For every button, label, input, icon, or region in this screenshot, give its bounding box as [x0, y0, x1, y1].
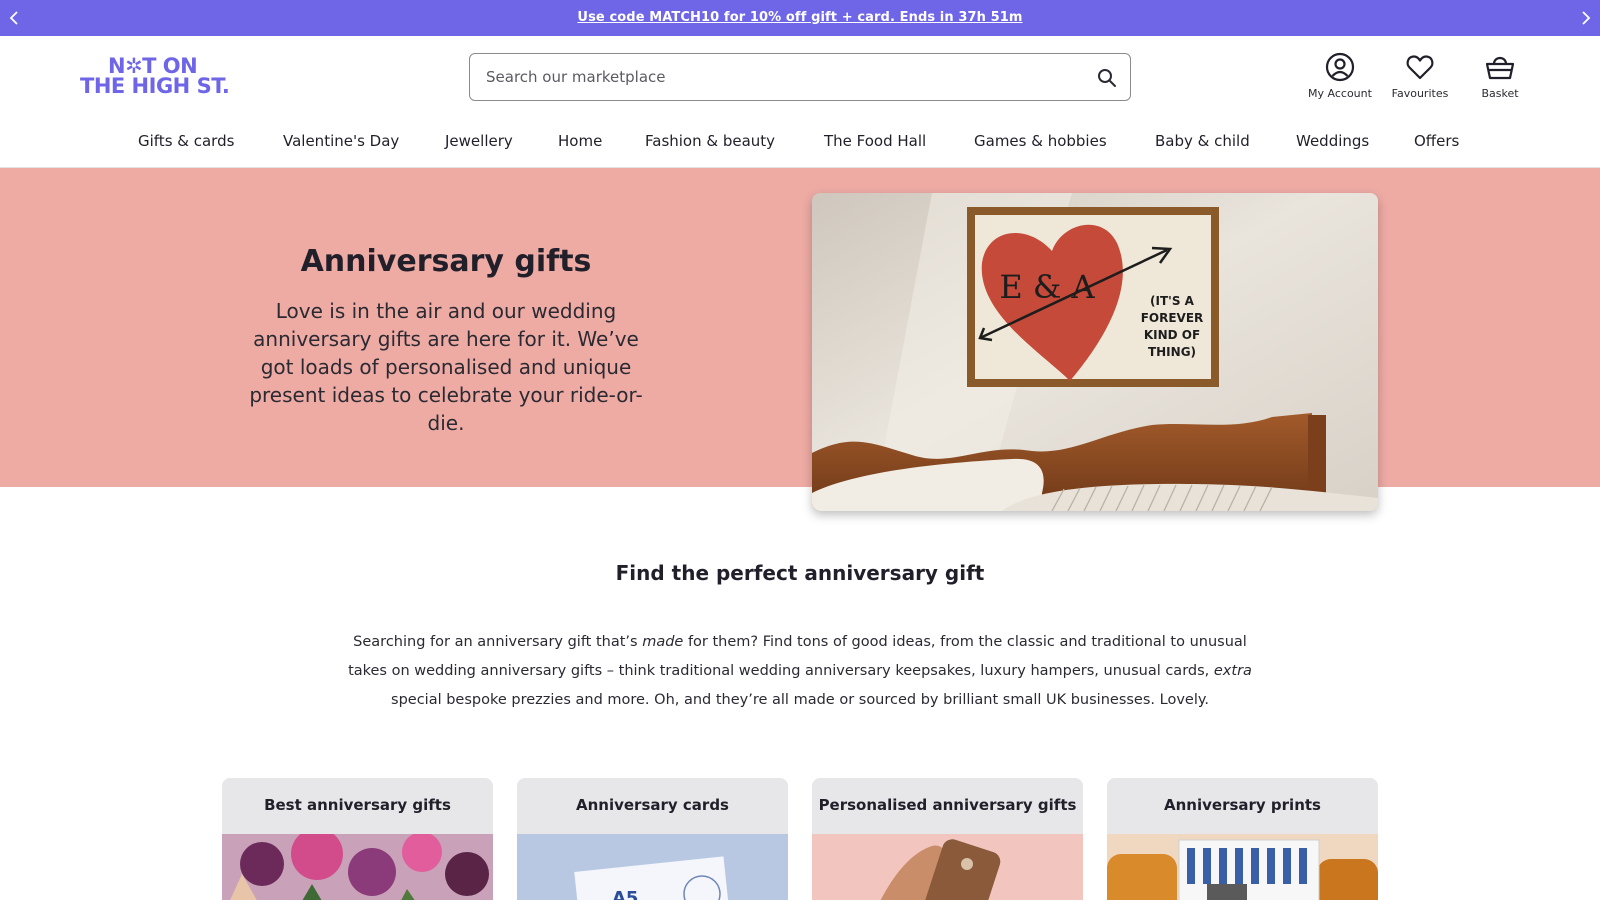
hero-image: E & A (IT'S A FOREVER KIND OF THING)	[812, 193, 1378, 511]
card-image: A5	[517, 834, 788, 900]
heart-icon	[1406, 55, 1434, 80]
card-image	[812, 834, 1083, 900]
nav-item-food-hall[interactable]: The Food Hall	[824, 132, 926, 150]
favourites-label: Favourites	[1391, 87, 1449, 100]
category-card-best-anniversary-gifts[interactable]: Best anniversary gifts	[222, 778, 493, 900]
intro-title: Find the perfect anniversary gift	[615, 561, 985, 585]
intro-text: Searching for an anniversary gift that’s…	[335, 628, 1265, 715]
print-caption-3: KIND OF	[1144, 328, 1200, 342]
main-nav: Gifts & cards Valentine's Day Jewellery …	[0, 130, 1600, 160]
nav-item-offers[interactable]: Offers	[1414, 132, 1459, 150]
search-box	[469, 53, 1131, 101]
nav-item-jewellery[interactable]: Jewellery	[445, 132, 513, 150]
my-account-button[interactable]: My Account	[1302, 52, 1378, 100]
category-card-anniversary-prints[interactable]: Anniversary prints	[1107, 778, 1378, 900]
print-initials: E & A	[999, 268, 1095, 306]
basket-label: Basket	[1481, 87, 1519, 100]
card-title: Best anniversary gifts	[264, 796, 451, 814]
card-image	[1107, 834, 1378, 900]
hero-title: Anniversary gifts	[300, 244, 592, 279]
nav-item-games-hobbies[interactable]: Games & hobbies	[974, 132, 1107, 150]
intro-text-emphasis-2: extra	[1213, 663, 1252, 679]
intro-text-part-3: special bespoke prezzies and more. Oh, a…	[391, 692, 1209, 708]
card-title: Anniversary cards	[576, 796, 729, 814]
card-title: Anniversary prints	[1164, 796, 1321, 814]
basket-icon	[1485, 56, 1515, 80]
nav-item-gifts-cards[interactable]: Gifts & cards	[138, 132, 234, 150]
promo-next-button[interactable]	[1576, 8, 1596, 28]
user-circle-icon	[1325, 52, 1355, 82]
print-caption-1: (IT'S A	[1150, 294, 1195, 308]
search-icon[interactable]	[1096, 67, 1118, 89]
intro-text-part-1: Searching for an anniversary gift that’s	[353, 634, 643, 650]
site-logo[interactable]: N✲T ON THE HIGH ST.	[80, 56, 240, 98]
basket-button[interactable]: Basket	[1474, 52, 1526, 100]
hero-description: Love is in the air and our wedding anniv…	[249, 299, 643, 435]
nav-item-home[interactable]: Home	[558, 132, 602, 150]
nav-item-fashion-beauty[interactable]: Fashion & beauty	[645, 132, 775, 150]
category-card-personalised-anniversary-gifts[interactable]: Personalised anniversary gifts	[812, 778, 1083, 900]
site-header: N✲T ON THE HIGH ST. My Account Favourite…	[0, 36, 1600, 168]
search-input[interactable]	[486, 54, 1076, 100]
nav-item-baby-child[interactable]: Baby & child	[1155, 132, 1250, 150]
logo-line-2: THE HIGH ST.	[80, 74, 230, 98]
promo-banner: Use code MATCH10 for 10% off gift + card…	[0, 0, 1600, 36]
print-caption-2: FOREVER	[1141, 311, 1204, 325]
card-title: Personalised anniversary gifts	[818, 796, 1077, 814]
category-card-anniversary-cards[interactable]: Anniversary cards A5	[517, 778, 788, 900]
my-account-label: My Account	[1308, 87, 1372, 100]
nav-item-valentines-day[interactable]: Valentine's Day	[283, 132, 399, 150]
nav-item-weddings[interactable]: Weddings	[1296, 132, 1369, 150]
promo-link[interactable]: Use code MATCH10 for 10% off gift + card…	[0, 10, 1600, 25]
intro-text-emphasis-1: made	[642, 634, 684, 650]
print-caption-4: THING)	[1148, 345, 1196, 359]
favourites-button[interactable]: Favourites	[1386, 52, 1454, 100]
card-image-text: A5	[612, 888, 638, 900]
chevron-right-icon	[1582, 11, 1591, 25]
card-image	[222, 828, 493, 900]
